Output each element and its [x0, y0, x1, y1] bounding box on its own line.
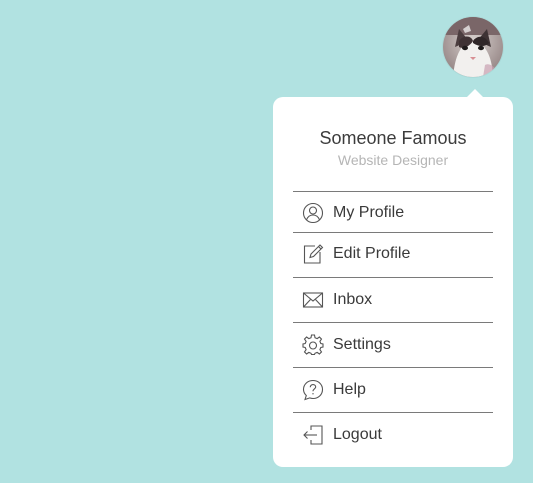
menu-item-help[interactable]: Help	[293, 367, 493, 412]
avatar[interactable]	[443, 17, 503, 77]
menu-item-logout[interactable]: Logout	[293, 412, 493, 457]
menu-list: My Profile Edit Profile Inbox Settings H…	[293, 191, 493, 457]
logout-icon	[302, 424, 324, 446]
menu-item-my-profile[interactable]: My Profile	[293, 191, 493, 232]
dropdown-pointer	[467, 89, 483, 97]
menu-item-label: Help	[333, 381, 366, 398]
edit-icon	[302, 243, 324, 265]
menu-item-inbox[interactable]: Inbox	[293, 277, 493, 322]
menu-item-label: Edit Profile	[333, 245, 411, 262]
profile-dropdown-menu: Someone Famous Website Designer My Profi…	[273, 89, 513, 467]
menu-item-label: Inbox	[333, 291, 373, 308]
cat-avatar-photo	[443, 17, 503, 77]
menu-item-edit-profile[interactable]: Edit Profile	[293, 232, 493, 277]
menu-item-label: Settings	[333, 336, 391, 353]
user-circle-icon	[302, 202, 324, 224]
envelope-icon	[302, 289, 324, 311]
menu-item-label: My Profile	[333, 204, 405, 221]
gear-icon	[302, 334, 324, 356]
menu-item-settings[interactable]: Settings	[293, 322, 493, 367]
user-name: Someone Famous	[319, 128, 467, 148]
user-role: Website Designer	[337, 152, 449, 168]
help-icon	[302, 379, 324, 401]
menu-item-label: Logout	[333, 426, 382, 443]
